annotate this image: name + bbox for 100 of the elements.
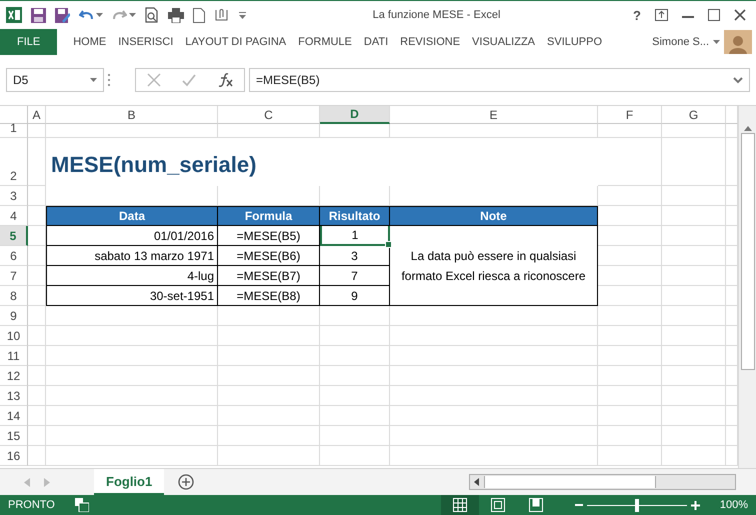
empty-cell[interactable] <box>390 446 598 466</box>
row-header[interactable]: 6 <box>0 246 28 266</box>
row-header[interactable]: 9 <box>0 306 28 326</box>
empty-cell[interactable] <box>598 124 662 138</box>
ribbon-tab[interactable]: REVISIONE <box>394 29 466 55</box>
row-header[interactable]: 15 <box>0 426 28 446</box>
empty-cell[interactable] <box>598 386 662 406</box>
empty-cell[interactable] <box>320 426 390 446</box>
empty-cell[interactable] <box>662 446 726 466</box>
column-header[interactable] <box>726 106 738 124</box>
ribbon-tab[interactable]: DATI <box>358 29 394 55</box>
cancel-icon[interactable] <box>146 72 162 88</box>
empty-cell[interactable] <box>28 306 46 326</box>
empty-cell[interactable] <box>46 326 218 346</box>
zoom-level[interactable]: 100% <box>720 499 748 511</box>
name-box[interactable]: D5 <box>6 68 104 92</box>
vertical-scrollbar[interactable] <box>738 106 756 468</box>
empty-cell[interactable] <box>320 406 390 426</box>
empty-cell[interactable] <box>662 326 726 346</box>
ribbon-tab[interactable]: HOME <box>67 29 112 55</box>
empty-cell[interactable] <box>598 138 662 186</box>
row-header[interactable]: 14 <box>0 406 28 426</box>
empty-cell[interactable] <box>320 366 390 386</box>
empty-cell[interactable] <box>662 246 726 266</box>
zoom-slider-thumb[interactable] <box>634 498 639 512</box>
empty-cell[interactable] <box>662 286 726 306</box>
empty-cell[interactable] <box>218 446 320 466</box>
add-sheet-icon[interactable] <box>178 474 194 490</box>
empty-cell[interactable] <box>218 406 320 426</box>
attachment-icon[interactable] <box>214 8 230 22</box>
empty-cell[interactable] <box>320 446 390 466</box>
print-preview-icon[interactable] <box>145 7 159 23</box>
empty-cell[interactable] <box>218 366 320 386</box>
undo-icon[interactable] <box>79 8 94 22</box>
save-edit-icon[interactable] <box>55 8 70 22</box>
empty-cell[interactable] <box>218 346 320 366</box>
caret-icon[interactable] <box>713 40 720 44</box>
empty-cell[interactable] <box>598 366 662 386</box>
empty-cell[interactable] <box>320 326 390 346</box>
row-header[interactable]: 16 <box>0 446 28 466</box>
empty-cell[interactable] <box>662 226 726 246</box>
row-header[interactable]: 12 <box>0 366 28 386</box>
empty-cell[interactable] <box>662 124 726 138</box>
empty-cell[interactable] <box>662 206 726 226</box>
next-sheet-icon[interactable] <box>44 478 50 486</box>
column-header[interactable]: D <box>320 106 390 124</box>
caret-icon[interactable] <box>96 12 103 18</box>
grid-view-icon[interactable] <box>452 497 468 513</box>
insert-function-icon[interactable] <box>216 72 234 88</box>
empty-cell[interactable] <box>598 186 662 206</box>
empty-cell[interactable] <box>662 138 726 186</box>
ribbon-tab[interactable]: VISUALIZZA <box>466 29 542 55</box>
ribbon-display-icon[interactable] <box>655 9 668 21</box>
empty-cell[interactable] <box>662 186 726 206</box>
empty-cell[interactable] <box>662 346 726 366</box>
ribbon-tab[interactable]: SVILUPPO <box>541 29 608 55</box>
empty-cell[interactable] <box>46 426 218 446</box>
row-header[interactable]: 8 <box>0 286 28 306</box>
expand-chevron-icon[interactable] <box>733 76 743 84</box>
empty-cell[interactable] <box>662 406 726 426</box>
save-icon[interactable] <box>31 8 46 22</box>
select-all-button[interactable] <box>0 106 28 124</box>
empty-cell[interactable] <box>662 386 726 406</box>
empty-cell[interactable] <box>28 406 46 426</box>
empty-cell[interactable] <box>46 446 218 466</box>
empty-cell[interactable] <box>390 426 598 446</box>
empty-cell[interactable] <box>46 124 218 138</box>
ribbon-tab[interactable]: LAYOUT DI PAGINA <box>179 29 292 55</box>
customize-caret-icon[interactable] <box>239 12 246 18</box>
empty-cell[interactable] <box>28 138 46 186</box>
empty-cell[interactable] <box>662 306 726 326</box>
file-tab[interactable]: FILE <box>0 29 58 55</box>
empty-cell[interactable] <box>218 124 320 138</box>
empty-cell[interactable] <box>662 426 726 446</box>
empty-cell[interactable] <box>28 346 46 366</box>
empty-cell[interactable] <box>28 186 46 206</box>
zoom-out-icon[interactable] <box>574 501 583 509</box>
row-header[interactable]: 5 <box>0 226 28 246</box>
empty-cell[interactable] <box>662 366 726 386</box>
empty-cell[interactable] <box>390 406 598 426</box>
formula-field[interactable]: =MESE(B5) <box>249 68 750 92</box>
column-header[interactable]: A <box>28 106 46 124</box>
empty-cell[interactable] <box>46 346 218 366</box>
macro-record-icon[interactable] <box>74 498 89 512</box>
empty-cell[interactable] <box>598 346 662 366</box>
scroll-thumb[interactable] <box>740 133 754 370</box>
empty-cell[interactable] <box>218 386 320 406</box>
empty-cell[interactable] <box>28 326 46 346</box>
empty-cell[interactable] <box>598 326 662 346</box>
row-header[interactable]: 2 <box>0 138 28 186</box>
empty-cell[interactable] <box>28 426 46 446</box>
scroll-thumb[interactable] <box>484 476 656 488</box>
empty-cell[interactable] <box>598 306 662 326</box>
print-icon[interactable] <box>168 8 184 22</box>
empty-cell[interactable] <box>662 266 726 286</box>
empty-cell[interactable] <box>320 346 390 366</box>
horizontal-scrollbar[interactable] <box>469 474 736 490</box>
empty-cell[interactable] <box>598 446 662 466</box>
enter-icon[interactable] <box>180 72 197 88</box>
empty-cell[interactable] <box>46 366 218 386</box>
